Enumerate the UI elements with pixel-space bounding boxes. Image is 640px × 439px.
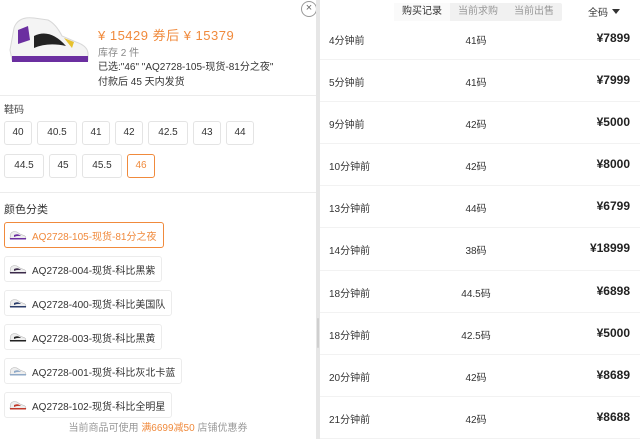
record-time: 18分钟前 [329, 288, 371, 300]
divider [0, 192, 316, 193]
color-option[interactable]: AQ2728-004-现货-科比黑紫 [4, 256, 163, 282]
record-price: ¥6799 [596, 199, 630, 214]
record-time: 21分钟前 [329, 414, 371, 426]
coupon-suffix: 店铺优惠券 [197, 423, 248, 434]
size-row: 40 40.5 41 42 42.5 43 44 [4, 121, 304, 145]
record-row: 4分钟前 41码 ¥7899 [320, 18, 640, 61]
shoe-thumbnail-icon [9, 367, 27, 376]
record-size: 44码 [465, 204, 487, 216]
record-time: 14分钟前 [329, 246, 371, 258]
record-row: 14分钟前 38码 ¥18999 [320, 228, 640, 271]
price-text: ¥ 15429 券后 ¥ 15379 [98, 28, 235, 43]
color-option[interactable]: AQ2728-102-现货-科比全明星 [4, 392, 173, 418]
record-size: 44.5码 [461, 288, 491, 300]
coupon-bar: 当前商品可使用 满6699减50 店铺优惠券 [0, 418, 316, 439]
record-size: 42码 [465, 414, 487, 426]
size-options: 40 40.5 41 42 42.5 43 44 44.5 45 45.5 46 [4, 121, 304, 187]
selected-spec-text: 已选:"46" "AQ2728-105-现货-81分之夜" [98, 62, 274, 73]
scrollbar[interactable] [317, 318, 319, 348]
shoe-thumbnail-icon [9, 265, 27, 274]
record-row: 18分钟前 42.5码 ¥5000 [320, 313, 640, 355]
product-image [4, 6, 92, 70]
record-time: 13分钟前 [329, 204, 371, 216]
record-row: 18分钟前 44.5码 ¥6898 [320, 271, 640, 313]
record-price: ¥7899 [596, 31, 630, 45]
record-price: ¥5000 [596, 115, 630, 130]
record-size: 38码 [465, 246, 487, 258]
color-options: AQ2728-105-现货-81分之夜 AQ2728-004-现货-科比黑紫 AQ2… [4, 222, 304, 426]
size-option[interactable]: 40.5 [37, 121, 77, 145]
product-panel: × ¥ 15429 券后 ¥ 15379 库存 2 件 已选:"46" "AQ2… [0, 0, 317, 439]
size-option[interactable]: 42 [115, 121, 143, 145]
record-size: 42.5码 [461, 330, 491, 342]
record-size: 41码 [465, 36, 487, 47]
size-option[interactable]: 43 [193, 121, 221, 145]
color-option-label: AQ2728-004-现货-科比黑紫 [32, 265, 156, 277]
record-size: 42码 [465, 120, 487, 132]
color-option[interactable]: AQ2728-003-现货-科比黑黄 [4, 324, 163, 350]
record-size: 41码 [465, 78, 487, 90]
shoe-thumbnail-icon [9, 333, 27, 342]
shoe-thumbnail-icon [9, 299, 27, 308]
color-option[interactable]: AQ2728-001-现货-科比灰北卡蓝 [4, 358, 183, 384]
size-filter-dropdown[interactable]: 全码 [588, 4, 620, 19]
record-size: 42码 [465, 372, 487, 384]
size-option[interactable]: 41 [82, 121, 110, 145]
record-row: 20分钟前 42码 ¥8689 [320, 355, 640, 397]
stock-text: 库存 2 件 [98, 48, 140, 59]
record-size: 42码 [465, 162, 487, 174]
size-filter-label: 全码 [588, 8, 608, 19]
color-option-label: AQ2728-105-现货-81分之夜 [32, 231, 157, 243]
size-row: 44.5 45 45.5 46 [4, 154, 304, 178]
size-option[interactable]: 44.5 [4, 154, 44, 178]
divider [0, 95, 316, 96]
record-price: ¥8689 [596, 367, 630, 382]
record-row: 13分钟前 44码 ¥6799 [320, 186, 640, 229]
record-price: ¥18999 [589, 241, 630, 256]
record-row: 5分钟前 41码 ¥7999 [320, 60, 640, 103]
record-price: ¥5000 [596, 325, 630, 340]
color-option-label: AQ2728-102-现货-科比全明星 [32, 401, 166, 413]
record-row: 9分钟前 42码 ¥5000 [320, 102, 640, 145]
chevron-down-icon [612, 9, 620, 14]
size-option[interactable]: 44 [226, 121, 254, 145]
color-option-label: AQ2728-003-现货-科比黑黄 [32, 333, 156, 345]
size-option[interactable]: 42.5 [148, 121, 188, 145]
color-option[interactable]: AQ2728-105-现货-81分之夜 [4, 222, 164, 248]
size-option[interactable]: 45.5 [82, 154, 122, 178]
record-time: 20分钟前 [329, 372, 371, 384]
shoe-thumbnail-icon [9, 231, 27, 240]
record-row: 21分钟前 42码 ¥8688 [320, 397, 640, 439]
size-section-label: 鞋码 [4, 105, 24, 116]
record-price: ¥6898 [596, 283, 630, 298]
record-time: 4分钟前 [329, 36, 365, 47]
size-option[interactable]: 45 [49, 154, 77, 178]
records-panel: 购买记录 当前求购 当前出售 全码 4分钟前 41码 ¥7899 5分钟前 41码 ¥7999… [320, 0, 640, 439]
size-option[interactable]: 40 [4, 121, 32, 145]
coupon-highlight: 满6699减50 [141, 423, 195, 434]
record-price: ¥8000 [596, 157, 630, 172]
size-option[interactable]: 46 [127, 154, 155, 178]
color-option-label: AQ2728-001-现货-科比灰北卡蓝 [32, 367, 176, 379]
close-button[interactable]: × [301, 1, 317, 17]
shoe-thumbnail-icon [9, 401, 27, 410]
color-section-label: 颜色分类 [4, 204, 48, 216]
record-price: ¥8688 [596, 409, 630, 424]
purchase-records-list: 4分钟前 41码 ¥7899 5分钟前 41码 ¥7999 9分钟前 42码 ¥5000 10分钟… [320, 18, 640, 439]
record-time: 18分钟前 [329, 330, 371, 342]
color-option-label: AQ2728-400-现货-科比美国队 [32, 299, 166, 311]
color-option[interactable]: AQ2728-400-现货-科比美国队 [4, 290, 173, 316]
record-row: 10分钟前 42码 ¥8000 [320, 144, 640, 187]
record-time: 9分钟前 [329, 120, 365, 132]
shipping-text: 付款后 45 天内发货 [98, 77, 185, 88]
record-time: 5分钟前 [329, 78, 365, 90]
record-price: ¥7999 [596, 73, 630, 88]
coupon-prefix: 当前商品可使用 [68, 423, 139, 434]
record-time: 10分钟前 [329, 162, 371, 174]
